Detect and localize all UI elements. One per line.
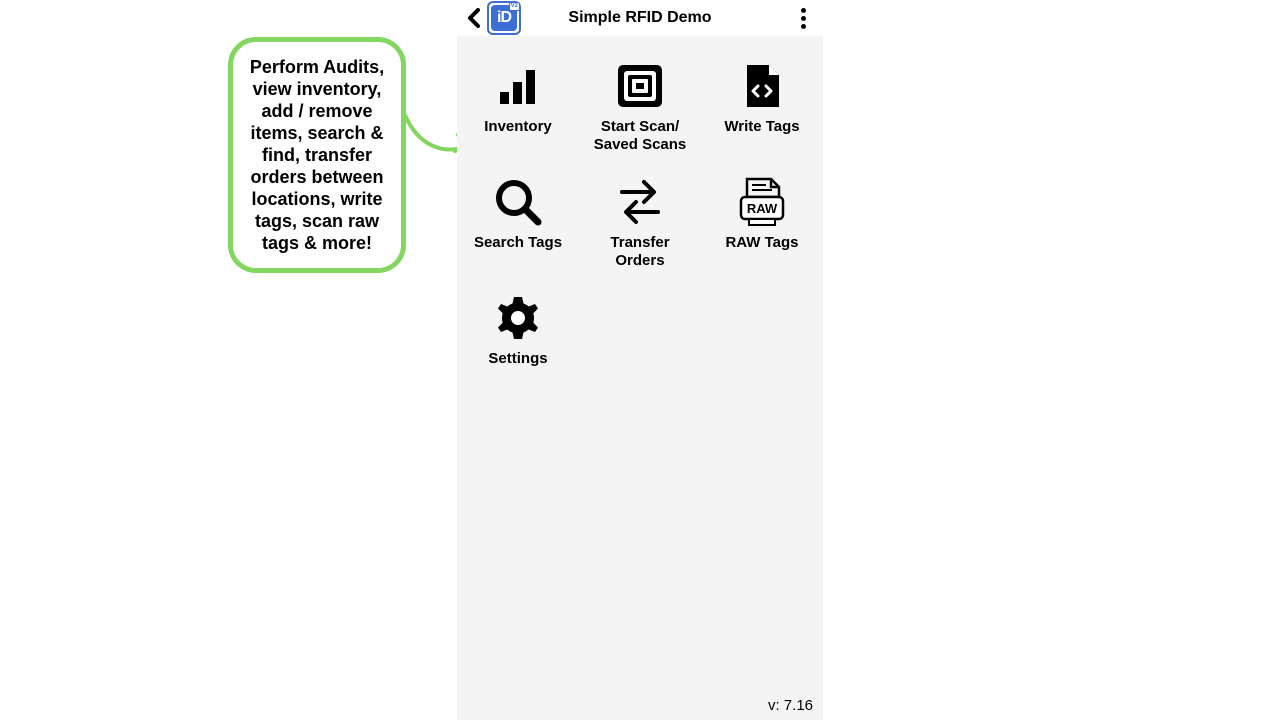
menu-item-label: RAW Tags	[725, 234, 798, 252]
feature-callout-text: Perform Audits, view inventory, add / re…	[250, 57, 384, 253]
menu-item-label: Write Tags	[724, 118, 799, 136]
gear-icon	[488, 290, 548, 346]
raw-badge-text: RAW	[747, 201, 778, 216]
menu-item-settings[interactable]: Settings	[457, 286, 579, 378]
home-menu-grid: Inventory Start Scan/ Saved Scans	[457, 36, 823, 720]
back-button[interactable]	[463, 4, 485, 32]
menu-item-search-tags[interactable]: Search Tags	[457, 170, 579, 280]
app-logo: iD V2	[487, 1, 521, 35]
bars-icon	[488, 58, 548, 114]
menu-item-inventory[interactable]: Inventory	[457, 54, 579, 164]
chevron-left-icon	[466, 8, 482, 28]
scan-icon	[610, 58, 670, 114]
transfer-icon	[610, 174, 670, 230]
dots-vertical-icon	[801, 8, 806, 13]
menu-item-label: Inventory	[484, 118, 552, 136]
search-icon	[488, 174, 548, 230]
menu-item-write-tags[interactable]: Write Tags	[701, 54, 823, 164]
menu-item-start-scan[interactable]: Start Scan/ Saved Scans	[579, 54, 701, 164]
menu-item-label: Start Scan/ Saved Scans	[594, 118, 687, 154]
overflow-menu-button[interactable]	[791, 0, 815, 36]
menu-item-label: Search Tags	[474, 234, 562, 252]
raw-printer-icon: RAW	[732, 174, 792, 230]
file-code-icon	[732, 58, 792, 114]
app-logo-badge: V2	[509, 2, 520, 11]
version-label: v: 7.16	[768, 697, 813, 714]
menu-item-raw-tags[interactable]: RAW RAW Tags	[701, 170, 823, 280]
app-header: iD V2 Simple RFID Demo	[457, 0, 823, 36]
app-screen: iD V2 Simple RFID Demo Inventory	[457, 0, 823, 720]
menu-item-label: Transfer Orders	[610, 234, 669, 270]
menu-item-label: Settings	[488, 350, 547, 368]
feature-callout: Perform Audits, view inventory, add / re…	[228, 37, 406, 273]
menu-item-transfer-orders[interactable]: Transfer Orders	[579, 170, 701, 280]
